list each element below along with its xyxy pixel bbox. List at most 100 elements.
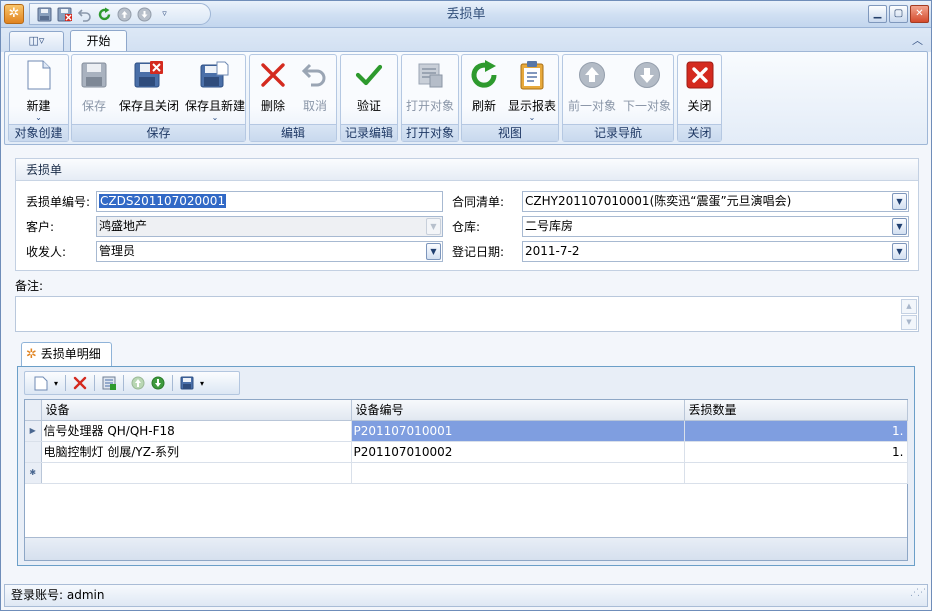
app-menu-button[interactable]: ◫▿ <box>9 31 64 51</box>
list-icon[interactable] <box>99 373 119 393</box>
report-icon <box>516 59 548 91</box>
refresh-button[interactable]: 刷新 <box>466 59 502 121</box>
previous-object-button[interactable]: 前一对象 <box>565 59 619 121</box>
title-bar: 丢损单 ✲ ▿ ▁ ▢ ✕ <box>1 1 931 28</box>
status-text: 登录账号: admin <box>11 588 105 602</box>
new-icon <box>23 59 55 91</box>
next-object-button[interactable]: 下一对象 <box>620 59 674 121</box>
column-header-quantity[interactable]: 丢损数量 <box>684 400 908 421</box>
customer-select[interactable]: 鸿盛地产 ▼ <box>96 216 443 237</box>
previous-icon[interactable] <box>116 6 133 23</box>
table-header-row: 设备 设备编号 丢损数量 <box>25 400 908 421</box>
ribbon-tab-row: ◫▿ 开始 ︿ <box>1 28 931 53</box>
new-row[interactable]: ✱ <box>25 462 908 484</box>
save-icon[interactable] <box>177 373 197 393</box>
save-button[interactable]: 保存 <box>76 59 112 121</box>
app-icon[interactable]: ✲ <box>4 4 24 24</box>
detail-grid: 设备 设备编号 丢损数量 ▶ 信号处理器 QH/QH-F18 P20110701… <box>24 399 908 561</box>
column-header-code[interactable]: 设备编号 <box>351 400 685 421</box>
resize-grip-icon[interactable]: ⋰⋰ <box>910 583 926 604</box>
new-row-cell[interactable] <box>41 462 352 484</box>
new-row-icon[interactable] <box>31 373 51 393</box>
contract-select[interactable]: CZHY201107010001(陈奕迅“震蛋”元旦演唱会) ▼ <box>522 191 909 212</box>
save-close-icon[interactable] <box>56 6 73 23</box>
save-label: 保存 <box>81 99 106 113</box>
group-caption: 对象创建 <box>9 124 68 141</box>
customer-value: 鸿盛地产 <box>99 219 148 233</box>
minimize-button[interactable]: ▁ <box>868 5 887 23</box>
row-indicator-header <box>25 400 42 421</box>
open-object-button[interactable]: 打开对象 <box>402 59 458 121</box>
tab-start[interactable]: 开始 <box>70 30 127 53</box>
group-caption: 关闭 <box>678 124 721 141</box>
new-button[interactable]: 新建 ⌄ <box>9 59 68 122</box>
previous-object-label: 前一对象 <box>567 99 616 113</box>
number-field[interactable]: CZDS201107020001 <box>96 191 443 212</box>
handler-select[interactable]: 管理员 ▼ <box>96 241 443 262</box>
up-arrow-icon[interactable] <box>128 373 148 393</box>
chevron-down-icon[interactable]: ▼ <box>426 243 441 260</box>
date-picker[interactable]: 2011-7-2 ▼ <box>522 241 909 262</box>
date-label: 登记日期: <box>452 245 505 259</box>
customize-icon[interactable]: ▿ <box>156 6 173 23</box>
save-close-icon <box>133 59 165 91</box>
customer-label: 客户: <box>26 220 55 234</box>
group-open-object: 打开对象 打开对象 <box>401 54 459 142</box>
save-new-icon <box>199 59 231 91</box>
remark-textarea[interactable]: ▲ ▼ <box>15 296 919 332</box>
chevron-up-icon[interactable]: ︿ <box>912 32 923 48</box>
save-new-button[interactable]: 保存且新建 ⌄ <box>184 59 246 122</box>
current-row-icon: ▶ <box>25 420 42 442</box>
chevron-down-icon[interactable]: ▾ <box>197 373 207 393</box>
handler-value: 管理员 <box>99 244 136 258</box>
close-window-button[interactable]: ✕ <box>910 5 929 23</box>
chevron-down-icon[interactable]: ▾ <box>51 373 61 393</box>
table-row[interactable]: 电脑控制灯 创展/YZ-系列 P201107010002 1. <box>25 441 908 463</box>
remark-label: 备注: <box>15 279 44 293</box>
table-row[interactable]: ▶ 信号处理器 QH/QH-F18 P201107010001 1. <box>25 420 908 442</box>
delete-icon[interactable] <box>70 373 90 393</box>
down-arrow-icon[interactable] <box>148 373 168 393</box>
cancel-button[interactable]: 取消 <box>296 59 334 121</box>
next-object-label: 下一对象 <box>622 99 671 113</box>
chevron-down-icon[interactable]: ▼ <box>892 193 907 210</box>
group-caption: 视图 <box>462 124 558 141</box>
equipment-cell[interactable]: 信号处理器 QH/QH-F18 <box>41 420 352 442</box>
app-window: 丢损单 ✲ ▿ ▁ ▢ ✕ ◫▿ 开始 ︿ 新建 ⌄ 对象创建 保存 保存且关闭… <box>0 0 932 611</box>
warehouse-select[interactable]: 二号库房 ▼ <box>522 216 909 237</box>
undo-icon[interactable] <box>76 6 93 23</box>
column-header-equipment[interactable]: 设备 <box>41 400 352 421</box>
tab-detail[interactable]: ✲ 丢损单明细 <box>21 342 112 367</box>
maximize-button[interactable]: ▢ <box>889 5 908 23</box>
equipment-cell[interactable]: 电脑控制灯 创展/YZ-系列 <box>41 441 352 463</box>
scroll-up-icon[interactable]: ▲ <box>901 299 917 314</box>
save-icon[interactable] <box>36 6 53 23</box>
refresh-icon[interactable] <box>96 6 113 23</box>
separator <box>123 375 124 391</box>
date-value: 2011-7-2 <box>525 244 580 258</box>
delete-button[interactable]: 删除 <box>254 59 292 121</box>
scroll-down-icon[interactable]: ▼ <box>901 315 917 330</box>
validate-button[interactable]: 验证 <box>341 59 397 121</box>
open-object-icon <box>414 59 446 91</box>
chevron-down-icon[interactable]: ▼ <box>892 218 907 235</box>
show-report-button[interactable]: 显示报表 ⌄ <box>506 59 558 122</box>
detail-table: 设备 设备编号 丢损数量 ▶ 信号处理器 QH/QH-F18 P20110701… <box>25 400 908 484</box>
code-cell[interactable]: P201107010002 <box>351 441 685 463</box>
chevron-down-icon[interactable]: ⌄ <box>184 114 246 122</box>
delete-icon <box>257 59 289 91</box>
cancel-label: 取消 <box>302 99 327 113</box>
contract-value: CZHY201107010001(陈奕迅“震蛋”元旦演唱会) <box>525 194 792 208</box>
close-label: 关闭 <box>687 99 712 113</box>
new-row-cell[interactable] <box>684 462 908 484</box>
quantity-cell[interactable]: 1. <box>684 420 908 442</box>
next-icon[interactable] <box>136 6 153 23</box>
chevron-down-icon[interactable]: ▼ <box>892 243 907 260</box>
save-close-button[interactable]: 保存且关闭 <box>118 59 180 121</box>
close-button[interactable]: 关闭 <box>678 59 721 121</box>
new-row-cell[interactable] <box>351 462 685 484</box>
code-cell[interactable]: P201107010001 <box>351 420 685 442</box>
save-icon <box>78 59 110 91</box>
quantity-cell[interactable]: 1. <box>684 441 908 463</box>
chevron-down-icon[interactable]: ⌄ <box>506 114 558 122</box>
